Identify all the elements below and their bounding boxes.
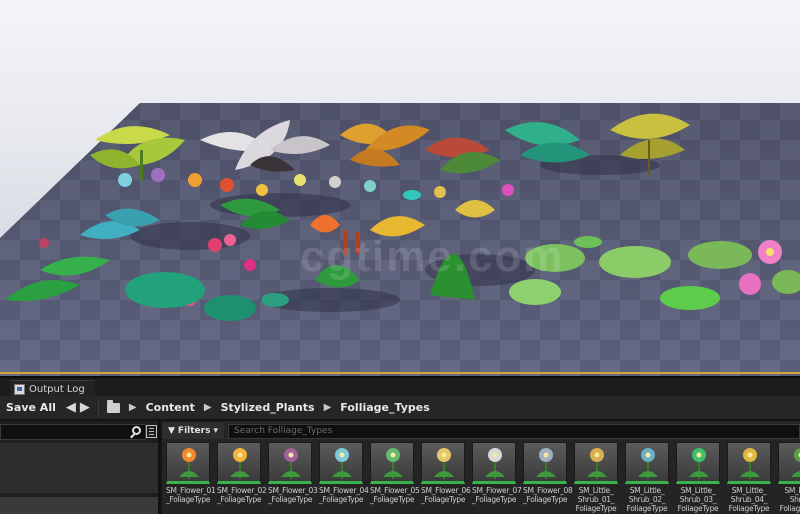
plant-thumbnail-icon [536,448,556,479]
plant-thumbnail-icon [791,448,800,477]
asset-name: SM_Flower_07 _FoliageType [472,486,522,504]
asset-grid: SM_Flower_01 _FoliageType SM_Flower_02 _F… [166,442,800,514]
asset-thumbnail [217,442,261,484]
save-all-button[interactable]: Save All [0,396,64,420]
asset-thumbnail [625,442,669,484]
filters-button[interactable]: ▼ Filters ▾ [162,423,224,439]
plant-thumbnail-icon [434,448,454,479]
folder-tree-row[interactable] [0,497,158,514]
asset-thumbnail [523,442,567,484]
breadcrumb-chevron-icon[interactable]: ▶ [129,402,137,413]
plant-thumbnail-icon [179,448,199,479]
filter-bar: ▼ Filters ▾ Search Folliage_Types [162,423,800,439]
folder-search-input[interactable] [0,424,146,440]
folder-tree-panel [0,421,160,514]
breadcrumb-folliage-types[interactable]: Folliage_Types [340,401,429,414]
folder-tree[interactable] [0,443,158,493]
folder-icon[interactable] [106,399,120,413]
asset-thumbnail [319,442,363,484]
plant-thumbnail-icon [638,448,658,479]
filters-label: Filters [177,426,211,436]
asset-thumbnail [574,442,618,484]
back-arrow-icon[interactable]: ◀ [64,400,78,415]
plant-thumbnail-icon [332,448,352,479]
asset-tile[interactable]: SM_Flower_05 _FoliageType [370,442,420,514]
content-browser-toolbar: Save All ◀ ▶ ▶ Content ▶ Stylized_Plants… [0,396,800,420]
asset-tile[interactable]: SM_Flower_06 _FoliageType [421,442,471,514]
plant-thumbnail-icon [485,448,505,479]
view-options-icon[interactable] [146,425,157,438]
asset-tile[interactable]: SM_Flower_01 _FoliageType [166,442,216,514]
asset-thumbnail [421,442,465,484]
plant-thumbnail-icon [230,448,250,479]
asset-name: SM_Little_ Shrub_03_ FoliageType [677,486,719,513]
panel-tab-strip: Output Log [0,376,800,398]
asset-thumbnail [676,442,720,484]
asset-search-input[interactable]: Search Folliage_Types [227,423,800,439]
asset-tile[interactable]: SM_Flower_08 _FoliageType [523,442,573,514]
tab-output-log-label: Output Log [29,384,85,395]
watermark-text: cgtime.com [300,232,565,281]
plant-thumbnail-icon [281,448,301,479]
breadcrumb-content[interactable]: Content [146,401,195,414]
asset-tile[interactable]: SM_Flower_03 _FoliageType [268,442,318,514]
asset-name: SM_Flower_06 _FoliageType [421,486,471,504]
plant-thumbnail-icon [587,448,607,479]
asset-name: SM_Flower_01 _FoliageType [166,486,216,504]
asset-thumbnail [166,442,210,484]
asset-name: SM_Flower_02 _FoliageType [217,486,267,504]
plant-thumbnail-icon [689,448,709,479]
asset-tile[interactable]: SM_Little Shrub FoliageType [778,442,800,514]
breadcrumb-chevron-icon[interactable]: ▶ [324,402,332,413]
search-icon[interactable] [132,426,141,435]
asset-name: SM_Little_ Shrub_02_ FoliageType [626,486,668,513]
asset-name: SM_Little_ Shrub_01_ FoliageType [575,486,617,513]
forward-arrow-icon[interactable]: ▶ [78,400,92,415]
breadcrumb-chevron-icon[interactable]: ▶ [204,402,212,413]
asset-tile[interactable]: SM_Little_ Shrub_03_ FoliageType [676,442,720,514]
asset-tile[interactable]: SM_Little_ Shrub_04_ FoliageType [727,442,771,514]
asset-thumbnail [727,442,771,484]
asset-view: ▼ Filters ▾ Search Folliage_Types SM_Flo… [162,421,800,514]
asset-name: SM_Flower_03 _FoliageType [268,486,318,504]
asset-name: SM_Flower_04 _FoliageType [319,486,369,504]
asset-tile[interactable]: SM_Little_ Shrub_01_ FoliageType [574,442,618,514]
asset-name: SM_Flower_08 _FoliageType [523,486,573,504]
asset-tile[interactable]: SM_Flower_07 _FoliageType [472,442,522,514]
asset-thumbnail [268,442,312,484]
asset-tile[interactable]: SM_Flower_02 _FoliageType [217,442,267,514]
asset-thumbnail [472,442,516,484]
output-log-icon [14,384,25,395]
asset-tile[interactable]: SM_Little_ Shrub_02_ FoliageType [625,442,669,514]
level-viewport[interactable]: cgtime.com [0,0,800,376]
asset-thumbnail [370,442,414,484]
asset-thumbnail [778,442,800,484]
breadcrumb-stylized-plants[interactable]: Stylized_Plants [221,401,315,414]
filter-funnel-icon: ▼ [168,426,175,436]
viewport-scene [0,103,800,376]
asset-name: SM_Little_ Shrub_04_ FoliageType [728,486,770,513]
asset-name: SM_Flower_05 _FoliageType [370,486,420,504]
asset-tile[interactable]: SM_Flower_04 _FoliageType [319,442,369,514]
asset-name: SM_Little Shrub FoliageType [779,486,800,513]
chevron-down-icon: ▾ [213,426,218,436]
toolbar-divider [97,398,99,417]
plant-thumbnail-icon [383,448,403,479]
plant-thumbnail-icon [740,448,760,479]
